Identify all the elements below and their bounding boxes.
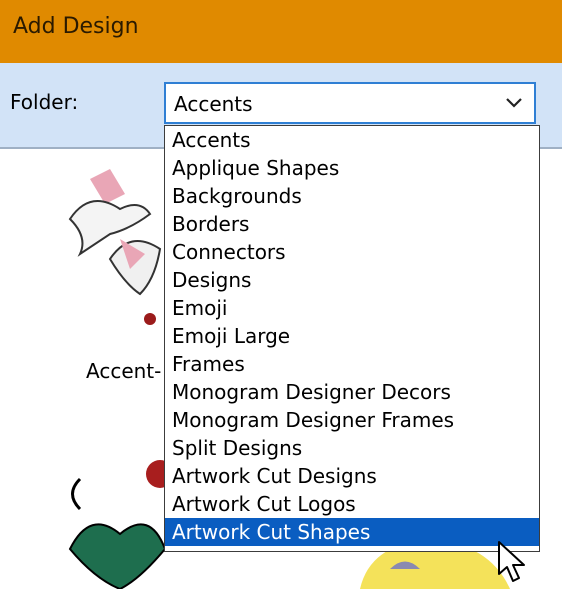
folder-option[interactable]: Accents bbox=[165, 126, 539, 154]
folder-option[interactable]: Connectors bbox=[165, 238, 539, 266]
mouse-pointer-icon bbox=[498, 541, 525, 582]
folder-option[interactable]: Emoji Large bbox=[165, 322, 539, 350]
design-thumbnail-label: Accent- bbox=[86, 359, 162, 383]
folder-option[interactable]: Monogram Designer Decors bbox=[165, 378, 539, 406]
folder-option[interactable]: Designs bbox=[165, 266, 539, 294]
folder-option[interactable]: Borders bbox=[165, 210, 539, 238]
folder-option[interactable]: Artwork Cut Logos bbox=[165, 490, 539, 518]
chevron-down-icon[interactable] bbox=[504, 92, 524, 112]
folder-dropdown-list[interactable]: Accents Applique Shapes Backgrounds Bord… bbox=[164, 125, 540, 552]
folder-select-value: Accents bbox=[174, 92, 253, 116]
folder-option[interactable]: Monogram Designer Frames bbox=[165, 406, 539, 434]
window-title: Add Design bbox=[13, 14, 139, 39]
folder-option[interactable]: Backgrounds bbox=[165, 182, 539, 210]
folder-option[interactable]: Artwork Cut Designs bbox=[165, 462, 539, 490]
title-bar: Add Design bbox=[0, 0, 562, 63]
design-thumbnail-doves[interactable] bbox=[50, 159, 180, 329]
folder-option[interactable]: Split Designs bbox=[165, 434, 539, 462]
folder-option[interactable]: Emoji bbox=[165, 294, 539, 322]
folder-select[interactable]: Accents bbox=[164, 82, 536, 124]
folder-option[interactable]: Applique Shapes bbox=[165, 154, 539, 182]
folder-option[interactable]: Frames bbox=[165, 350, 539, 378]
design-thumbnail-ladybug[interactable] bbox=[60, 449, 170, 589]
folder-option-highlighted[interactable]: Artwork Cut Shapes bbox=[165, 518, 539, 546]
folder-label: Folder: bbox=[10, 90, 79, 114]
